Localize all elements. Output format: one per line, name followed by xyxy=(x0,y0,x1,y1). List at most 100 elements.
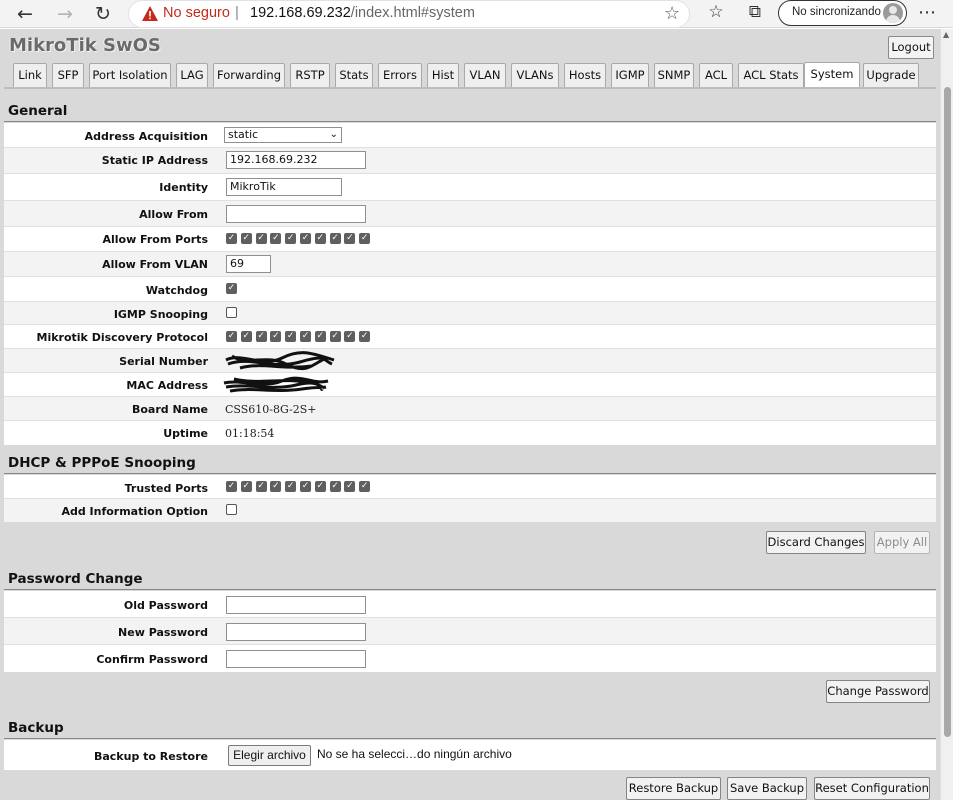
row-igmp-snooping: IGMP Snooping xyxy=(4,302,936,325)
port-checkbox-10[interactable]: ✓ xyxy=(359,481,371,492)
port-checkbox-5[interactable]: ✓ xyxy=(285,233,297,244)
scroll-thumb[interactable] xyxy=(944,87,951,737)
label-allow-from-ports: Allow From Ports xyxy=(102,233,208,246)
tab-vlan[interactable]: VLAN xyxy=(464,63,506,87)
row-new-password: New Password xyxy=(4,618,936,645)
section-password-title: Password Change xyxy=(4,569,936,590)
tab-vlans[interactable]: VLANs xyxy=(511,63,559,87)
port-checkbox-7[interactable]: ✓ xyxy=(314,331,326,342)
port-checkbox-7[interactable]: ✓ xyxy=(314,481,326,492)
port-checkbox-4[interactable]: ✓ xyxy=(270,481,282,492)
port-checkbox-5[interactable]: ✓ xyxy=(285,331,297,342)
avatar xyxy=(883,3,903,23)
collections-icon[interactable]: ⧉ xyxy=(742,2,768,22)
port-checkbox-2[interactable]: ✓ xyxy=(240,481,252,492)
row-old-password: Old Password xyxy=(4,591,936,618)
url-text[interactable]: 192.168.69.232/index.html#system xyxy=(250,5,475,21)
port-checkbox-9[interactable]: ✓ xyxy=(344,331,356,342)
reset-configuration-button[interactable]: Reset Configuration xyxy=(814,777,930,800)
port-checkbox-5[interactable]: ✓ xyxy=(285,481,297,492)
port-checkbox-3[interactable]: ✓ xyxy=(255,233,267,244)
port-checkbox-9[interactable]: ✓ xyxy=(344,233,356,244)
old-password-field[interactable] xyxy=(226,596,366,614)
scroll-up-icon[interactable]: ▲ xyxy=(943,30,949,39)
port-checkbox-6[interactable]: ✓ xyxy=(300,233,311,244)
tab-snmp[interactable]: SNMP xyxy=(654,63,694,87)
more-menu-icon[interactable]: ⋯ xyxy=(918,2,937,23)
tab-system[interactable]: System xyxy=(804,62,860,88)
identity-input[interactable]: MikroTik xyxy=(226,178,342,196)
address-acquisition-select[interactable]: static ⌄ xyxy=(224,127,342,143)
tab-errors[interactable]: Errors xyxy=(378,63,422,87)
save-backup-button[interactable]: Save Backup xyxy=(727,777,807,800)
port-checkbox-2[interactable]: ✓ xyxy=(240,233,252,244)
chevron-down-icon: ⌄ xyxy=(329,129,338,140)
port-checkbox-8[interactable]: ✓ xyxy=(329,233,341,244)
igmp-snooping-checkbox[interactable] xyxy=(226,307,237,318)
tab-rstp[interactable]: RSTP xyxy=(290,63,330,87)
add-info-option-checkbox[interactable] xyxy=(226,504,237,515)
logout-button[interactable]: Logout xyxy=(888,36,934,59)
tab-stats[interactable]: Stats xyxy=(335,63,373,87)
change-password-button[interactable]: Change Password xyxy=(826,680,930,703)
warning-icon[interactable] xyxy=(141,5,159,23)
allow-from-vlan-input[interactable]: 69 xyxy=(226,255,271,273)
row-watchdog: Watchdog ✓ xyxy=(4,277,936,302)
port-checkbox-9[interactable]: ✓ xyxy=(344,481,356,492)
page: MikroTik SwOS Logout Link SFP Port Isola… xyxy=(0,29,940,800)
favorites-list-icon[interactable]: ☆ xyxy=(703,2,729,22)
choose-file-button[interactable]: Elegir archivo xyxy=(228,745,311,766)
port-checkbox-2[interactable]: ✓ xyxy=(240,331,252,342)
tab-hosts[interactable]: Hosts xyxy=(564,63,606,87)
restore-backup-button[interactable]: Restore Backup xyxy=(626,777,721,800)
port-checkbox-1[interactable]: ✓ xyxy=(226,331,237,342)
tab-lag[interactable]: LAG xyxy=(176,63,208,87)
tab-port-isolation[interactable]: Port Isolation xyxy=(89,63,171,87)
new-password-field[interactable] xyxy=(226,623,366,641)
reload-icon[interactable]: ↻ xyxy=(90,2,116,26)
port-checkbox-4[interactable]: ✓ xyxy=(270,331,282,342)
row-allow-from-ports: Allow From Ports ✓ ✓ ✓ ✓ ✓ ✓ ✓ ✓ ✓ ✓ xyxy=(4,227,936,252)
row-add-info-option: Add Information Option xyxy=(4,499,936,522)
back-icon[interactable]: ← xyxy=(12,2,38,26)
port-checkbox-3[interactable]: ✓ xyxy=(255,331,267,342)
allow-from-input[interactable] xyxy=(226,205,366,223)
page-scrollbar[interactable]: ▲ xyxy=(940,29,953,800)
confirm-password-field[interactable] xyxy=(226,650,366,668)
redacted-serial-scribble xyxy=(225,351,335,371)
address-bar[interactable]: No seguro | 192.168.69.232/index.html#sy… xyxy=(128,0,690,28)
forward-icon[interactable]: → xyxy=(52,2,78,26)
favorite-star-icon[interactable]: ☆ xyxy=(664,3,680,24)
label-allow-from-vlan: Allow From VLAN xyxy=(102,258,208,271)
apply-all-button[interactable]: Apply All xyxy=(874,531,930,554)
profile-sync-button[interactable]: No sincronizando xyxy=(778,0,907,26)
tab-hist[interactable]: Hist xyxy=(427,63,459,87)
row-trusted-ports: Trusted Ports ✓ ✓ ✓ ✓ ✓ ✓ ✓ ✓ ✓ ✓ xyxy=(4,475,936,499)
port-checkbox-10[interactable]: ✓ xyxy=(359,331,371,342)
tab-acl[interactable]: ACL xyxy=(699,63,733,87)
tab-sfp[interactable]: SFP xyxy=(52,63,84,87)
port-checkbox-8[interactable]: ✓ xyxy=(329,331,341,342)
port-checkbox-8[interactable]: ✓ xyxy=(329,481,341,492)
redacted-mac-scribble xyxy=(223,376,329,393)
label-board-name: Board Name xyxy=(131,403,208,416)
tab-igmp[interactable]: IGMP xyxy=(611,63,649,87)
security-label[interactable]: No seguro xyxy=(163,5,230,21)
port-checkbox-6[interactable]: ✓ xyxy=(300,331,311,342)
discard-changes-button[interactable]: Discard Changes xyxy=(766,531,866,554)
row-mac-address: MAC Address xyxy=(4,373,936,397)
port-checkbox-10[interactable]: ✓ xyxy=(359,233,371,244)
port-checkbox-7[interactable]: ✓ xyxy=(314,233,326,244)
static-ip-input[interactable]: 192.168.69.232 xyxy=(226,151,366,169)
port-checkbox-1[interactable]: ✓ xyxy=(226,233,237,244)
tab-link[interactable]: Link xyxy=(13,63,47,87)
port-checkbox-1[interactable]: ✓ xyxy=(226,481,237,492)
tab-upgrade[interactable]: Upgrade xyxy=(863,63,919,87)
watchdog-checkbox[interactable]: ✓ xyxy=(226,283,237,294)
port-checkbox-6[interactable]: ✓ xyxy=(300,481,311,492)
port-checkbox-4[interactable]: ✓ xyxy=(270,233,282,244)
tab-acl-stats[interactable]: ACL Stats xyxy=(738,63,804,87)
tab-forwarding[interactable]: Forwarding xyxy=(213,63,285,87)
row-mdp: Mikrotik Discovery Protocol ✓ ✓ ✓ ✓ ✓ ✓ ✓ ✓ ✓ ✓ xyxy=(4,325,936,349)
port-checkbox-3[interactable]: ✓ xyxy=(255,481,267,492)
